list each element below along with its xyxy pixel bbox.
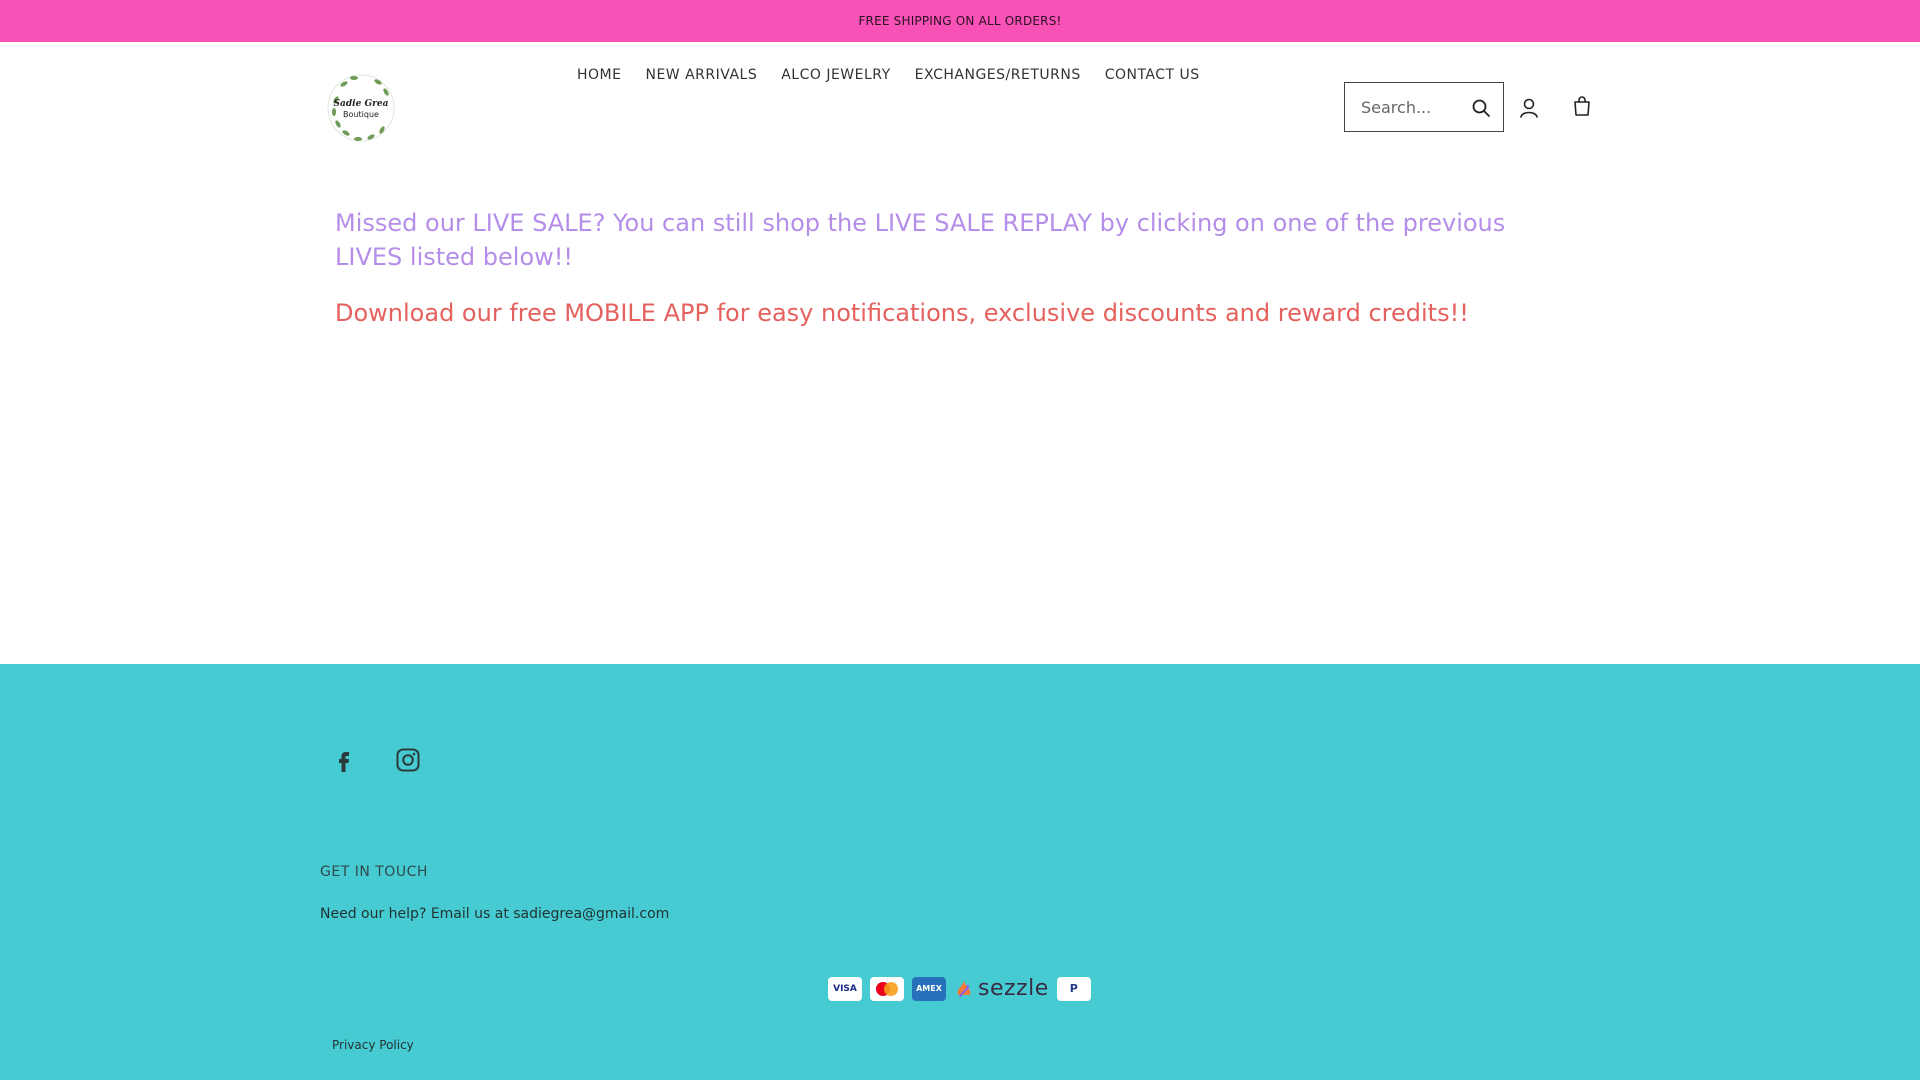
search-icon[interactable] [1471,98,1491,118]
social-links [330,746,422,774]
sezzle-logo: sezzle [954,976,1049,1001]
nav-exchanges-returns[interactable]: EXCHANGES/RETURNS [915,67,1081,83]
cart-icon[interactable] [1571,94,1593,118]
mastercard-icon [870,976,904,1001]
announcement-text: FREE SHIPPING ON ALL ORDERS! [858,14,1062,28]
amex-icon: AMEX [912,976,946,1001]
live-sale-message: Missed our LIVE SALE? You can still shop… [335,209,1506,271]
store-logo[interactable]: Sadie Grea Boutique [326,70,396,146]
search-box [1344,82,1504,132]
paypal-icon: P [1056,976,1091,1001]
payment-methods: VISA AMEX sezzle P [828,976,1091,1001]
sezzle-icon [957,980,971,997]
nav-home[interactable]: HOME [577,67,621,83]
svg-text:Sadie Grea: Sadie Grea [334,99,389,109]
mobile-app-message: Download our free MOBILE APP for easy no… [335,299,1469,327]
nav-new-arrivals[interactable]: NEW ARRIVALS [645,67,757,83]
svg-text:Boutique: Boutique [343,110,379,119]
nav-alco-jewelry[interactable]: ALCO JEWELRY [781,67,890,83]
instagram-icon[interactable] [394,746,422,774]
privacy-policy-link[interactable]: Privacy Policy [332,1038,414,1052]
visa-icon: VISA [828,976,862,1001]
announcement-bar: FREE SHIPPING ON ALL ORDERS! [0,0,1920,42]
site-footer: GET IN TOUCH Need our help? Email us at … [0,664,1920,1080]
search-input[interactable] [1361,97,1471,117]
sezzle-text: sezzle [978,976,1049,1001]
nav-contact-us[interactable]: CONTACT US [1105,67,1200,83]
site-header: Sadie Grea Boutique HOME NEW ARRIVALS AL… [0,42,1920,162]
logo-wreath-icon: Sadie Grea Boutique [327,74,395,142]
main-nav: HOME NEW ARRIVALS ALCO JEWELRY EXCHANGES… [577,67,1224,83]
facebook-icon[interactable] [330,746,358,774]
help-text: Need our help? Email us at sadiegrea@gma… [320,906,670,922]
get-in-touch-heading: GET IN TOUCH [320,864,428,880]
account-icon[interactable] [1519,97,1539,119]
page-content: Missed our LIVE SALE? You can still shop… [0,162,1920,664]
